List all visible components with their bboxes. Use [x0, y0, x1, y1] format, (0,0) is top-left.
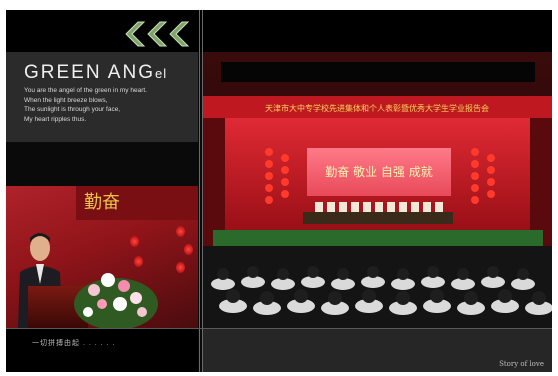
- vertical-divider: [199, 10, 200, 372]
- lantern-icon: [176, 262, 185, 273]
- poem-line: The sunlight is through your face,: [24, 106, 121, 113]
- poem-line: When the light breeze blows,: [24, 96, 108, 104]
- chevron-left-icon: [147, 21, 168, 47]
- title-main: GREEN ANG: [24, 62, 155, 83]
- chevron-left-icon: [125, 21, 146, 47]
- stage-banner-text: 天津市大中专学校先进集体和个人表彰暨优秀大学生学业报告会: [265, 103, 489, 113]
- right-top-strip: [203, 10, 552, 52]
- chevron-left-icon: [169, 21, 190, 47]
- album-page: GREEN ANGel You are the angel of the gre…: [6, 10, 552, 372]
- flower-bouquet: [74, 273, 158, 328]
- right-caption: Story of love: [499, 360, 544, 368]
- lantern-icon: [184, 244, 193, 255]
- auditorium-scene: 天津市大中专学校先进集体和个人表彰暨优秀大学生学业报告会 勤奋 敬业 自强 成就: [203, 52, 552, 328]
- left-caption-bar: 一切拼搏由起 . . . . . .: [6, 328, 198, 372]
- poem-line: You are the angel of the green in my hea…: [24, 87, 147, 94]
- poem-text: You are the angel of the green in my hea…: [24, 86, 196, 124]
- photo-banner-text: 勤奋: [84, 192, 120, 213]
- page-title: GREEN ANGel: [24, 62, 167, 84]
- lantern-icon: [130, 236, 139, 247]
- speaker-photo: 勤奋: [6, 186, 198, 328]
- title-panel: GREEN ANGel You are the angel of the gre…: [6, 52, 198, 142]
- title-suffix: el: [154, 66, 168, 81]
- lantern-icon: [176, 226, 185, 237]
- right-caption-bar: Story of love: [203, 328, 552, 372]
- auditorium-photo: 天津市大中专学校先进集体和个人表彰暨优秀大学生学业报告会 勤奋 敬业 自强 成就: [203, 52, 552, 328]
- screen-text: 勤奋 敬业 自强 成就: [325, 165, 432, 179]
- spacer-block: [6, 142, 198, 186]
- vertical-divider: [202, 10, 203, 372]
- left-caption: 一切拼搏由起 . . . . . .: [32, 340, 116, 347]
- poem-line: My heart ripples thus.: [24, 115, 87, 123]
- horizontal-divider: [6, 328, 552, 329]
- chevron-arrows-icon[interactable]: [124, 21, 194, 47]
